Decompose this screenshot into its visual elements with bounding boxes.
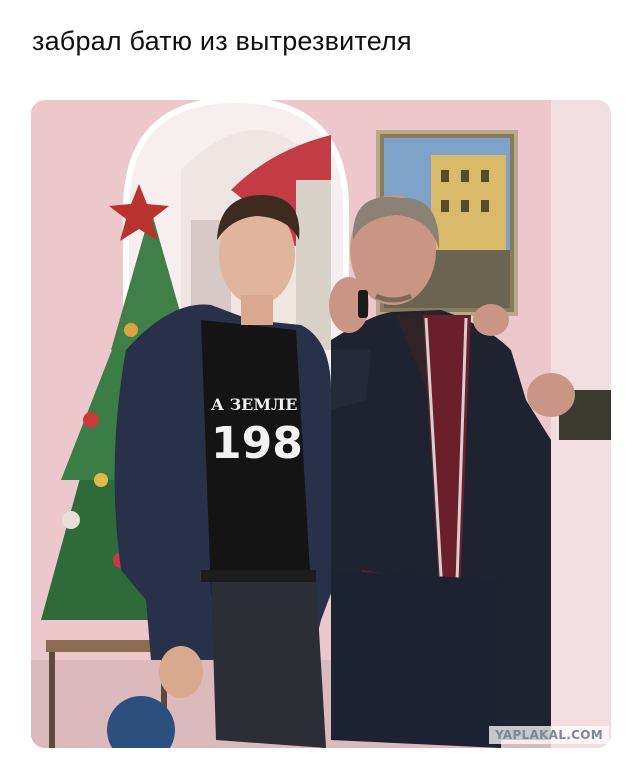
photo[interactable]: А ЗЕМЛЕ 198 YAPLAKAL.COM xyxy=(31,100,611,748)
shirt-text-line2: 198 xyxy=(211,418,303,469)
watermark: YAPLAKAL.COM xyxy=(489,726,609,744)
post-caption: забрал батю из вытрезвителя xyxy=(32,26,412,56)
shirt-text-line1: А ЗЕМЛЕ xyxy=(211,395,297,414)
photo-scene: А ЗЕМЛЕ 198 xyxy=(31,100,611,748)
